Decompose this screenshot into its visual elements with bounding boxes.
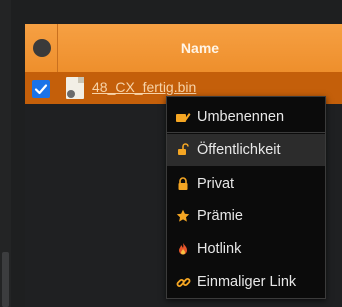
menu-item-one-time-link[interactable]: Einmaliger Link [167, 266, 325, 298]
fire-icon [167, 242, 197, 256]
menu-item-label: Hotlink [197, 241, 242, 257]
menu-item-private[interactable]: Privat [167, 168, 325, 200]
menu-item-label: Umbenennen [197, 109, 285, 125]
select-all-checkbox[interactable] [33, 39, 51, 57]
name-column-header[interactable]: Name [58, 24, 342, 72]
menu-item-label: Privat [197, 176, 235, 192]
menu-item-rename[interactable]: Umbenennen [167, 101, 325, 133]
checkmark-icon [34, 84, 48, 95]
row-checkbox[interactable] [32, 80, 50, 98]
select-all-cell[interactable] [25, 24, 58, 72]
context-menu: Umbenennen Öffentlichkeit Privat Prämie [166, 96, 326, 299]
menu-item-premium[interactable]: Prämie [167, 200, 325, 232]
rename-icon [167, 109, 197, 125]
scrollbar-thumb[interactable] [2, 252, 9, 307]
link-icon [167, 275, 197, 290]
file-icon [66, 77, 84, 99]
table-header: Name [25, 24, 342, 72]
menu-item-label: Öffentlichkeit [197, 142, 281, 158]
left-scrollbar[interactable] [0, 0, 11, 307]
menu-divider [167, 132, 325, 133]
lock-icon [167, 177, 197, 191]
unlock-icon [167, 143, 197, 157]
menu-item-label: Einmaliger Link [197, 274, 297, 290]
menu-item-public[interactable]: Öffentlichkeit [167, 134, 325, 166]
star-icon [167, 209, 197, 223]
menu-item-hotlink[interactable]: Hotlink [167, 233, 325, 265]
menu-item-label: Prämie [197, 208, 243, 224]
